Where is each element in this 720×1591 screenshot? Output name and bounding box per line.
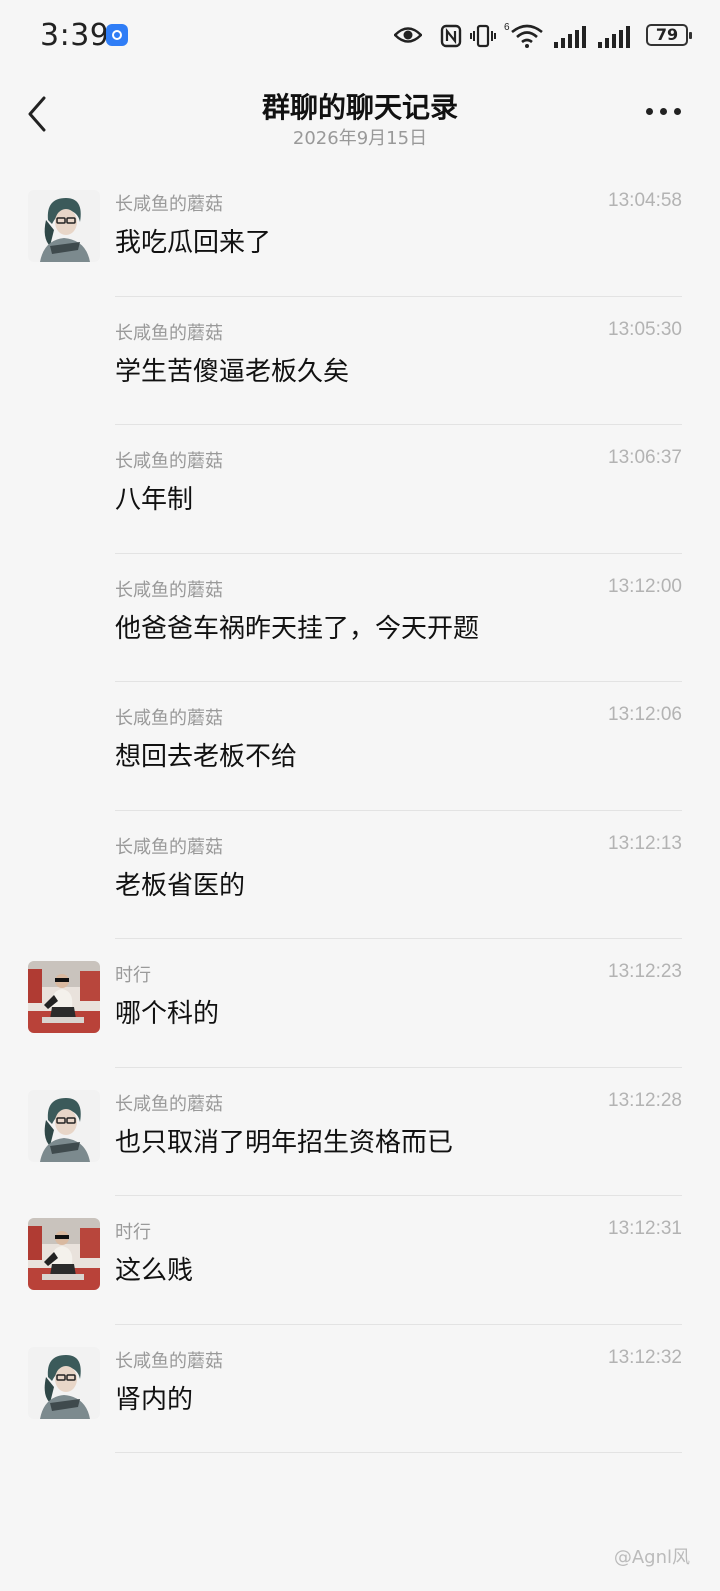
divider (115, 1452, 682, 1453)
sender-name: 长咸鱼的蘑菇 (115, 1093, 223, 1115)
message-text: 也只取消了明年招生资格而已 (115, 1127, 454, 1158)
status-bar: 3:39 6 79 (0, 0, 720, 72)
message-list[interactable]: 长咸鱼的蘑菇 13:04:58 我吃瓜回来了 长咸鱼的蘑菇 13:05:30 学生苦傻逼老… (0, 168, 720, 1453)
sender-name: 长咸鱼的蘑菇 (115, 322, 223, 344)
wifi-icon: 6 (504, 22, 543, 48)
message-time: 13:12:00 (608, 575, 682, 597)
avatar[interactable] (28, 190, 100, 262)
more-icon (646, 108, 653, 115)
message-item[interactable]: 长咸鱼的蘑菇 13:12:06 想回去老板不给 (0, 682, 720, 811)
message-item[interactable]: 长咸鱼的蘑菇 13:05:30 学生苦傻逼老板久矣 (0, 297, 720, 425)
sender-name: 长咸鱼的蘑菇 (115, 1350, 223, 1372)
battery-icon: 79 (646, 24, 692, 46)
more-icon (674, 108, 681, 115)
message-text: 肾内的 (115, 1384, 194, 1415)
message-item[interactable]: 长咸鱼的蘑菇 13:12:00 他爸爸车祸昨天挂了，今天开题 (0, 554, 720, 682)
sender-name: 长咸鱼的蘑菇 (115, 579, 223, 601)
message-text: 我吃瓜回来了 (115, 228, 272, 258)
message-item[interactable]: 长咸鱼的蘑菇 13:12:13 老板省医的 (0, 811, 720, 939)
message-time: 13:12:13 (608, 832, 682, 854)
message-text: 八年制 (115, 485, 194, 515)
message-item[interactable]: 时行 13:12:23 哪个科的 (0, 939, 720, 1068)
avatar[interactable] (28, 961, 100, 1033)
message-item[interactable]: 长咸鱼的蘑菇 13:04:58 我吃瓜回来了 (0, 168, 720, 297)
message-text: 这么贱 (115, 1256, 194, 1286)
more-button[interactable] (646, 106, 682, 118)
svg-text:6: 6 (504, 22, 510, 33)
message-time: 13:12:23 (608, 961, 682, 982)
page-subtitle-date: 2026年9月15日 (292, 128, 428, 149)
sender-name: 长咸鱼的蘑菇 (115, 708, 223, 729)
message-time: 13:05:30 (608, 318, 682, 340)
message-time: 13:12:06 (608, 704, 682, 725)
message-item[interactable]: 长咸鱼的蘑菇 13:12:32 肾内的 (0, 1325, 720, 1453)
message-text: 老板省医的 (115, 870, 246, 901)
nfc-icon (440, 24, 462, 48)
message-text: 想回去老板不给 (115, 742, 298, 772)
more-icon (660, 108, 667, 115)
sender-name: 长咸鱼的蘑菇 (115, 451, 223, 472)
status-time: 3:39 (40, 18, 110, 53)
avatar[interactable] (28, 1347, 100, 1419)
message-text: 学生苦傻逼老板久矣 (115, 356, 350, 387)
signal-icon (598, 26, 630, 48)
message-time: 13:04:58 (608, 190, 682, 211)
message-text: 他爸爸车祸昨天挂了，今天开题 (115, 613, 480, 644)
message-text: 哪个科的 (115, 999, 220, 1029)
sender-name: 时行 (115, 965, 151, 986)
signal-icon (554, 26, 586, 48)
message-item[interactable]: 长咸鱼的蘑菇 13:06:37 八年制 (0, 425, 720, 554)
sender-name: 时行 (115, 1222, 151, 1243)
message-time: 13:06:37 (608, 447, 682, 468)
sender-name: 长咸鱼的蘑菇 (115, 836, 223, 858)
message-item[interactable]: 时行 13:12:31 这么贱 (0, 1196, 720, 1325)
message-time: 13:12:28 (608, 1089, 682, 1111)
avatar[interactable] (28, 1090, 100, 1162)
avatar[interactable] (28, 1218, 100, 1290)
chat-header: 群聊的聊天记录 2026年9月15日 (0, 72, 720, 162)
message-time: 13:12:31 (608, 1218, 682, 1239)
sender-name: 长咸鱼的蘑菇 (115, 194, 223, 215)
page-title: 群聊的聊天记录 (261, 91, 458, 124)
eye-icon (394, 27, 422, 43)
watermark: @Agnl风 (613, 1547, 690, 1568)
message-item[interactable]: 长咸鱼的蘑菇 13:12:28 也只取消了明年招生资格而已 (0, 1068, 720, 1196)
app-notification-icon (106, 24, 128, 46)
message-time: 13:12:32 (608, 1346, 682, 1368)
vibrate-icon (470, 24, 496, 48)
